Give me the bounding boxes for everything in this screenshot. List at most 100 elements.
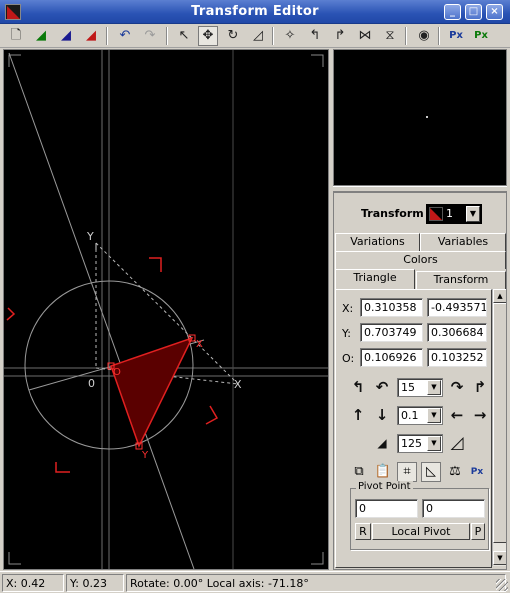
- duplicate-triangle-icon[interactable]: ◢: [56, 26, 76, 46]
- tab-triangle[interactable]: Triangle: [335, 269, 415, 289]
- eye-icon[interactable]: ◉: [414, 26, 434, 46]
- flame-preview: [333, 49, 507, 186]
- rotate-step-select[interactable]: 15 ▼: [397, 378, 443, 397]
- tab-colors[interactable]: Colors: [335, 251, 506, 269]
- maximize-button[interactable]: □: [465, 4, 482, 20]
- minimize-button[interactable]: _: [444, 4, 461, 20]
- redo-icon[interactable]: ↷: [140, 26, 160, 46]
- post-transform-add-icon[interactable]: Px: [471, 26, 491, 46]
- scroll-up-icon[interactable]: ▲: [493, 289, 506, 303]
- scale-marker[interactable]: [6, 307, 16, 321]
- move-down-icon[interactable]: ↓: [372, 405, 392, 425]
- rotate-step-value: 15: [401, 381, 415, 394]
- editor-drawing[interactable]: Y 0 X O X Y: [4, 50, 328, 570]
- undo-icon[interactable]: ↶: [115, 26, 135, 46]
- triangle-mode-icon[interactable]: ◺: [421, 462, 441, 482]
- chevron-down-icon[interactable]: ▼: [427, 380, 441, 395]
- pivot-pick-button[interactable]: P: [471, 523, 485, 540]
- delete-triangle-icon[interactable]: ◢: [81, 26, 101, 46]
- rotate-left-90-icon[interactable]: ↰: [348, 377, 368, 397]
- tab-variations[interactable]: Variations: [335, 233, 420, 251]
- pivot-reset-button[interactable]: R: [355, 523, 371, 540]
- rotate-right-90-icon[interactable]: ↱: [470, 377, 490, 397]
- copy-icon[interactable]: ⧉: [349, 462, 369, 482]
- window-title: Transform Editor: [191, 4, 319, 19]
- local-pivot-button[interactable]: Local Pivot: [372, 523, 470, 540]
- pivot-x-field[interactable]: 0: [355, 499, 418, 518]
- chevron-down-icon[interactable]: ▼: [427, 408, 441, 423]
- y-coord-b-field[interactable]: 0.306684: [427, 323, 487, 342]
- transform-panel: Transform 1 ▼ Variations Variables Color…: [333, 192, 507, 570]
- transform-triangle[interactable]: [110, 336, 194, 448]
- pivot-point-title: Pivot Point: [356, 481, 413, 492]
- tab-variables[interactable]: Variables: [420, 233, 506, 251]
- o-coord-b-field[interactable]: 0.103252: [427, 348, 487, 367]
- transform-selector[interactable]: 1 ▼: [426, 204, 482, 224]
- status-x: X: 0.42: [2, 574, 64, 592]
- triangle-swatch-icon: [429, 207, 443, 221]
- scale-icon[interactable]: ◿: [248, 26, 268, 46]
- rotate-right-icon[interactable]: ↱: [330, 26, 350, 46]
- paste-icon[interactable]: 📋: [373, 462, 393, 482]
- corner-bracket: [8, 552, 21, 565]
- y-axis-label: Y: [86, 230, 94, 243]
- scale-marker[interactable]: [149, 257, 162, 272]
- triangle-y-label: Y: [141, 450, 149, 461]
- scale-up-icon[interactable]: ◿: [447, 433, 467, 453]
- flip-vertical-icon[interactable]: ⧖: [380, 26, 400, 46]
- add-triangle-icon[interactable]: ◢: [31, 26, 51, 46]
- new-document-icon[interactable]: 🗋: [6, 26, 26, 46]
- y-row-label: Y:: [342, 327, 351, 340]
- move-up-icon[interactable]: ↑: [348, 405, 368, 425]
- status-info: Rotate: 0.00° Local axis: -71.18°: [126, 574, 506, 592]
- resize-grip-icon[interactable]: [496, 579, 508, 591]
- status-y: Y: 0.23: [66, 574, 124, 592]
- close-button[interactable]: ×: [486, 4, 503, 20]
- o-coord-a-field[interactable]: 0.106926: [360, 348, 423, 367]
- post-transform-icon[interactable]: Px: [446, 26, 466, 46]
- pivot-y-field[interactable]: 0: [422, 499, 485, 518]
- panel-scrollbar[interactable]: ▲ ▼: [492, 289, 506, 566]
- post-transform-icon[interactable]: Px: [467, 462, 487, 482]
- move-step-select[interactable]: 0.1 ▼: [397, 406, 443, 425]
- origin-label: 0: [88, 377, 95, 390]
- move-left-icon[interactable]: ←: [447, 405, 467, 425]
- triangle-editor-canvas[interactable]: Y 0 X O X Y: [3, 49, 329, 570]
- chevron-down-icon[interactable]: ▼: [466, 206, 480, 222]
- coord-system-icon[interactable]: ⌗: [397, 462, 417, 482]
- status-bar: X: 0.42 Y: 0.23 Rotate: 0.00° Local axis…: [0, 571, 510, 593]
- reset-icon[interactable]: ✧: [280, 26, 300, 46]
- toolbar: 🗋 ◢ ◢ ◢ ↶ ↷ ↖ ✥ ↻ ◿ ✧ ↰ ↱ ⋈ ⧖ ◉ Px Px: [0, 24, 510, 48]
- chevron-down-icon[interactable]: ▼: [427, 436, 441, 451]
- tab-transform[interactable]: Transform: [416, 271, 506, 289]
- balance-icon[interactable]: ⚖: [445, 462, 465, 482]
- rotate-icon[interactable]: ↻: [223, 26, 243, 46]
- scroll-thumb[interactable]: [493, 303, 506, 543]
- title-bar[interactable]: Transform Editor _ □ ×: [0, 0, 510, 24]
- scroll-down-icon[interactable]: ▼: [493, 551, 506, 565]
- scale-step-select[interactable]: 125 ▼: [397, 434, 443, 453]
- x-coord-b-field[interactable]: -0.493571: [427, 298, 487, 317]
- corner-bracket: [311, 552, 324, 565]
- rotate-right-icon[interactable]: ↷: [447, 377, 467, 397]
- move-right-icon[interactable]: →: [470, 405, 490, 425]
- pivot-point-group: Pivot Point 0 0 R Local Pivot P: [350, 481, 489, 550]
- arrow-cursor-icon[interactable]: ↖: [174, 26, 194, 46]
- corner-bracket: [311, 54, 324, 67]
- y-coord-a-field[interactable]: 0.703749: [360, 323, 423, 342]
- scale-step-value: 125: [401, 437, 422, 450]
- scale-down-icon[interactable]: ◢: [372, 433, 392, 453]
- rotate-left-icon[interactable]: ↶: [372, 377, 392, 397]
- rotate-left-icon[interactable]: ↰: [305, 26, 325, 46]
- o-row-label: O:: [342, 352, 355, 365]
- move-step-value: 0.1: [401, 409, 419, 422]
- x-row-label: X:: [342, 302, 354, 315]
- triangle-x-label: X: [196, 339, 203, 350]
- transform-selector-value: 1: [446, 207, 453, 220]
- flip-horizontal-icon[interactable]: ⋈: [355, 26, 375, 46]
- scale-marker[interactable]: [205, 405, 219, 425]
- move-icon[interactable]: ✥: [198, 26, 218, 46]
- transform-label: Transform: [361, 207, 424, 220]
- x-coord-a-field[interactable]: 0.310358: [360, 298, 423, 317]
- scale-marker[interactable]: [55, 462, 70, 473]
